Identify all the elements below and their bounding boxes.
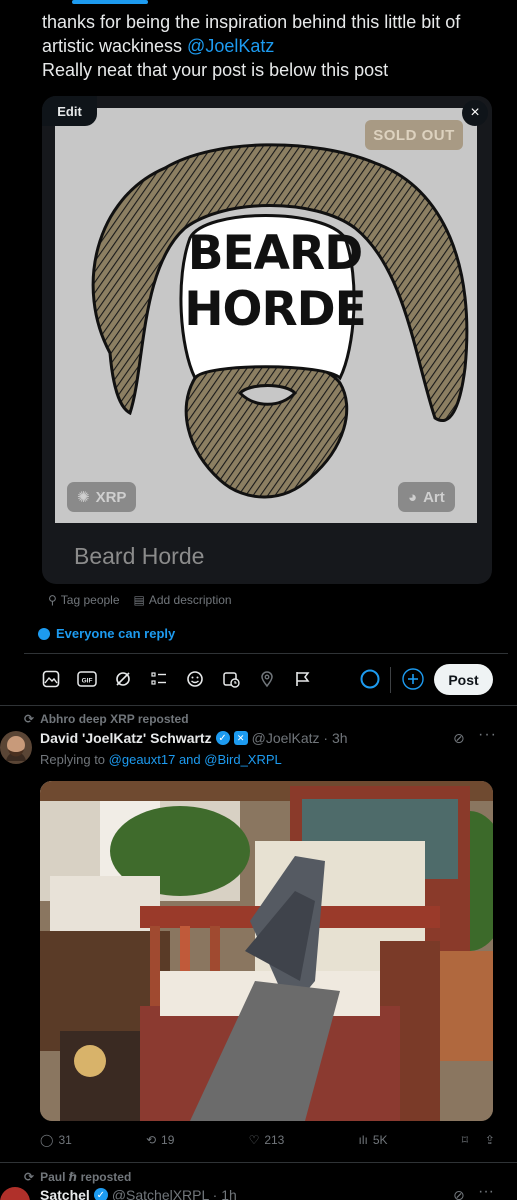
post-photo[interactable] bbox=[40, 781, 493, 1121]
character-progress-ring bbox=[360, 669, 380, 694]
handle-time[interactable]: @JoelKatz · 3h bbox=[252, 730, 348, 746]
card-title: Beard Horde bbox=[74, 543, 205, 569]
avatar[interactable] bbox=[0, 731, 32, 764]
add-post-icon[interactable] bbox=[402, 668, 424, 695]
engagement-bar: ◯ 31 ⟲ 19 ♡ 213 ılı 5K ⌑ ⇪ bbox=[40, 1133, 495, 1147]
replying-to: Replying to @geauxt17 and @Bird_XRPL bbox=[40, 752, 282, 767]
grok-post-icon-2[interactable]: ⊘ bbox=[453, 1187, 465, 1200]
active-tab-indicator bbox=[72, 0, 148, 4]
like-button[interactable]: ♡ 213 bbox=[249, 1133, 285, 1147]
avatar-2[interactable] bbox=[0, 1187, 30, 1200]
emoji-icon[interactable] bbox=[182, 666, 208, 692]
views-button[interactable]: ılı 5K bbox=[359, 1133, 388, 1147]
svg-text:GIF: GIF bbox=[82, 678, 93, 685]
heart-icon: ♡ bbox=[248, 1133, 260, 1147]
section-divider-2 bbox=[0, 1162, 517, 1163]
image-icon[interactable] bbox=[38, 666, 64, 692]
bookmark-share: ⌑ ⇪ bbox=[462, 1133, 495, 1147]
composer-divider bbox=[24, 653, 508, 654]
category-tag: ◕ Art bbox=[398, 482, 455, 512]
globe-icon bbox=[38, 627, 50, 640]
media-actions: ⚲ Tag people ▤ Add description bbox=[48, 593, 232, 607]
palette-icon: ◕ bbox=[408, 488, 418, 506]
reply-icon: ◯ bbox=[40, 1133, 54, 1147]
compose-textarea[interactable]: thanks for being the inspiration behind … bbox=[42, 10, 507, 82]
nft-artwork: BEARD HORDE SOLD OUT ✺ XRP ◕ Art bbox=[55, 108, 477, 523]
artwork-title-text: BEARD HORDE bbox=[184, 226, 367, 337]
repost-icon: ⟳ bbox=[24, 1170, 35, 1184]
analytics-icon: ılı bbox=[358, 1133, 368, 1147]
grok-post-icon[interactable]: ⊘ bbox=[453, 730, 465, 747]
reply-button[interactable]: ◯ 31 bbox=[40, 1133, 72, 1147]
bookmark-icon[interactable]: ⌑ bbox=[462, 1133, 468, 1147]
verified-badge-icon: ✓ bbox=[93, 1188, 108, 1200]
reply-setting-button[interactable]: Everyone can reply bbox=[38, 626, 175, 641]
repost-context: ⟳ Abhro deep XRP reposted bbox=[24, 712, 189, 726]
poll-icon[interactable] bbox=[146, 666, 172, 692]
post-button[interactable]: Post bbox=[434, 664, 493, 695]
repost-button[interactable]: ⟲ 19 bbox=[146, 1133, 174, 1147]
edit-media-button[interactable]: Edit bbox=[42, 96, 97, 126]
photo-scene bbox=[40, 781, 493, 1121]
remove-media-button[interactable]: × bbox=[462, 100, 488, 126]
tag-people-button[interactable]: ⚲ Tag people bbox=[48, 593, 120, 607]
gif-icon[interactable]: GIF bbox=[74, 666, 100, 692]
verified-badge-icon: ✓ bbox=[215, 731, 230, 745]
compose-line-3: Really neat that your post is below this… bbox=[42, 60, 389, 80]
more-options-icon-2[interactable]: ··· bbox=[478, 1183, 494, 1200]
flag-icon[interactable] bbox=[290, 666, 316, 692]
attached-media-card: BEARD HORDE SOLD OUT ✺ XRP ◕ Art Beard Hor… bbox=[42, 96, 492, 584]
mention-link[interactable]: @JoelKatz bbox=[187, 36, 274, 56]
add-description-button[interactable]: ▤ Add description bbox=[134, 593, 232, 607]
description-icon: ▤ bbox=[133, 593, 145, 607]
repost-icon: ⟳ bbox=[24, 712, 35, 726]
post-author-row: David 'JoelKatz' Schwartz ✓ ✕ @JoelKatz … bbox=[40, 730, 348, 746]
compose-line-2: artistic wackiness @JoelKatz bbox=[42, 36, 275, 56]
xrp-icon: ✺ bbox=[77, 489, 90, 506]
chain-tag: ✺ XRP bbox=[67, 482, 137, 512]
schedule-icon[interactable] bbox=[218, 666, 244, 692]
post-author-row-2: Satchel ✓ @SatchelXRPL · 1h bbox=[40, 1187, 237, 1200]
composer-toolbar: GIF bbox=[38, 666, 498, 695]
handle-time-2[interactable]: @SatchelXRPL · 1h bbox=[112, 1187, 237, 1200]
repost-context-2: ⟳ Paul ℏ reposted bbox=[24, 1170, 132, 1184]
more-options-icon[interactable]: ··· bbox=[478, 726, 497, 744]
toolbar-separator bbox=[390, 667, 391, 693]
share-icon[interactable]: ⇪ bbox=[485, 1133, 495, 1147]
grok-icon[interactable] bbox=[110, 666, 136, 692]
author-name[interactable]: David 'JoelKatz' Schwartz bbox=[40, 730, 212, 746]
author-name-2[interactable]: Satchel bbox=[40, 1187, 90, 1200]
compose-line-1: thanks for being the inspiration behind … bbox=[42, 12, 461, 32]
section-divider bbox=[0, 705, 517, 706]
repost-icon: ⟲ bbox=[145, 1133, 157, 1147]
xrp-affiliate-icon: ✕ bbox=[233, 731, 248, 745]
location-icon[interactable] bbox=[254, 666, 280, 692]
sold-out-badge: SOLD OUT bbox=[365, 120, 463, 150]
person-icon: ⚲ bbox=[48, 593, 57, 607]
